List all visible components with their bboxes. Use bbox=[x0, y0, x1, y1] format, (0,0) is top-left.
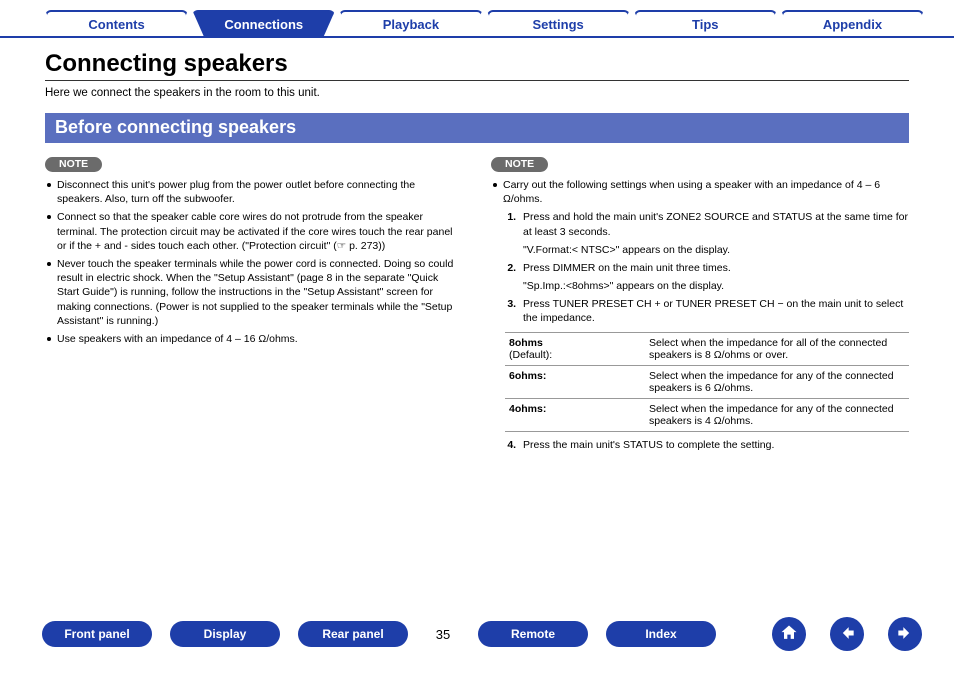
arrow-right-icon bbox=[895, 623, 915, 646]
intro-text: Here we connect the speakers in the room… bbox=[45, 87, 909, 99]
imp-sublabel: (Default): bbox=[509, 349, 552, 361]
step-text: Press the main unit's STATUS to complete… bbox=[523, 439, 774, 451]
imp-label: 6ohms: bbox=[509, 370, 546, 382]
next-page-button[interactable] bbox=[888, 617, 922, 651]
tab-connections[interactable]: Connections bbox=[192, 10, 335, 36]
footer-bar: Front panel Display Rear panel 35 Remote… bbox=[0, 617, 954, 651]
home-button[interactable] bbox=[772, 617, 806, 651]
right-note-item: Carry out the following settings when us… bbox=[493, 178, 909, 206]
section-heading: Before connecting speakers bbox=[45, 113, 909, 143]
tab-tips[interactable]: Tips bbox=[634, 10, 777, 36]
protection-circuit-link[interactable]: p. 273 bbox=[349, 240, 378, 252]
left-note-item: Use speakers with an impedance of 4 – 16… bbox=[47, 332, 463, 346]
arrow-left-icon bbox=[837, 623, 857, 646]
note-label-left: NOTE bbox=[45, 157, 102, 172]
left-column: NOTE Disconnect this unit's power plug f… bbox=[45, 157, 463, 456]
left-note-item: Disconnect this unit's power plug from t… bbox=[47, 178, 463, 206]
note-text: Connect so that the speaker cable core w… bbox=[57, 211, 453, 251]
tab-appendix[interactable]: Appendix bbox=[781, 10, 924, 36]
impedance-table: 8ohms (Default): Select when the impedan… bbox=[505, 332, 909, 432]
imp-desc: Select when the impedance for any of the… bbox=[649, 370, 905, 394]
tab-settings[interactable]: Settings bbox=[487, 10, 630, 36]
front-panel-button[interactable]: Front panel bbox=[42, 621, 152, 647]
left-note-item: Connect so that the speaker cable core w… bbox=[47, 210, 463, 253]
step-subtext: "Sp.Imp.:<8ohms>" appears on the display… bbox=[523, 279, 909, 293]
prev-page-button[interactable] bbox=[830, 617, 864, 651]
step-text: Press TUNER PRESET CH + or TUNER PRESET … bbox=[523, 298, 903, 324]
left-note-item: Never touch the speaker terminals while … bbox=[47, 257, 463, 328]
page-number: 35 bbox=[426, 627, 460, 642]
step-text: Press DIMMER on the main unit three time… bbox=[523, 262, 731, 274]
step-2: Press DIMMER on the main unit three time… bbox=[519, 261, 909, 293]
imp-desc: Select when the impedance for all of the… bbox=[649, 337, 905, 361]
index-button[interactable]: Index bbox=[606, 621, 716, 647]
step-4: Press the main unit's STATUS to complete… bbox=[519, 438, 909, 452]
table-row: 8ohms (Default): Select when the impedan… bbox=[505, 333, 909, 366]
page-title: Connecting speakers bbox=[45, 50, 909, 81]
tab-contents[interactable]: Contents bbox=[45, 10, 188, 36]
right-column: NOTE Carry out the following settings wh… bbox=[491, 157, 909, 456]
imp-label: 4ohms: bbox=[509, 403, 546, 415]
step-1: Press and hold the main unit's ZONE2 SOU… bbox=[519, 210, 909, 257]
home-icon bbox=[779, 623, 799, 646]
link-icon: ☞ bbox=[337, 239, 346, 253]
rear-panel-button[interactable]: Rear panel bbox=[298, 621, 408, 647]
note-text: )) bbox=[378, 240, 385, 252]
table-row: 4ohms: Select when the impedance for any… bbox=[505, 399, 909, 432]
step-3: Press TUNER PRESET CH + or TUNER PRESET … bbox=[519, 297, 909, 325]
note-label-right: NOTE bbox=[491, 157, 548, 172]
remote-button[interactable]: Remote bbox=[478, 621, 588, 647]
imp-label: 8ohms bbox=[509, 337, 543, 349]
table-row: 6ohms: Select when the impedance for any… bbox=[505, 366, 909, 399]
tab-playback[interactable]: Playback bbox=[339, 10, 482, 36]
step-subtext: "V.Format:< NTSC>" appears on the displa… bbox=[523, 243, 909, 257]
top-tab-bar: Contents Connections Playback Settings T… bbox=[0, 0, 954, 38]
page-content: Connecting speakers Here we connect the … bbox=[0, 38, 954, 456]
step-text: Press and hold the main unit's ZONE2 SOU… bbox=[523, 211, 908, 237]
imp-desc: Select when the impedance for any of the… bbox=[649, 403, 905, 427]
display-button[interactable]: Display bbox=[170, 621, 280, 647]
